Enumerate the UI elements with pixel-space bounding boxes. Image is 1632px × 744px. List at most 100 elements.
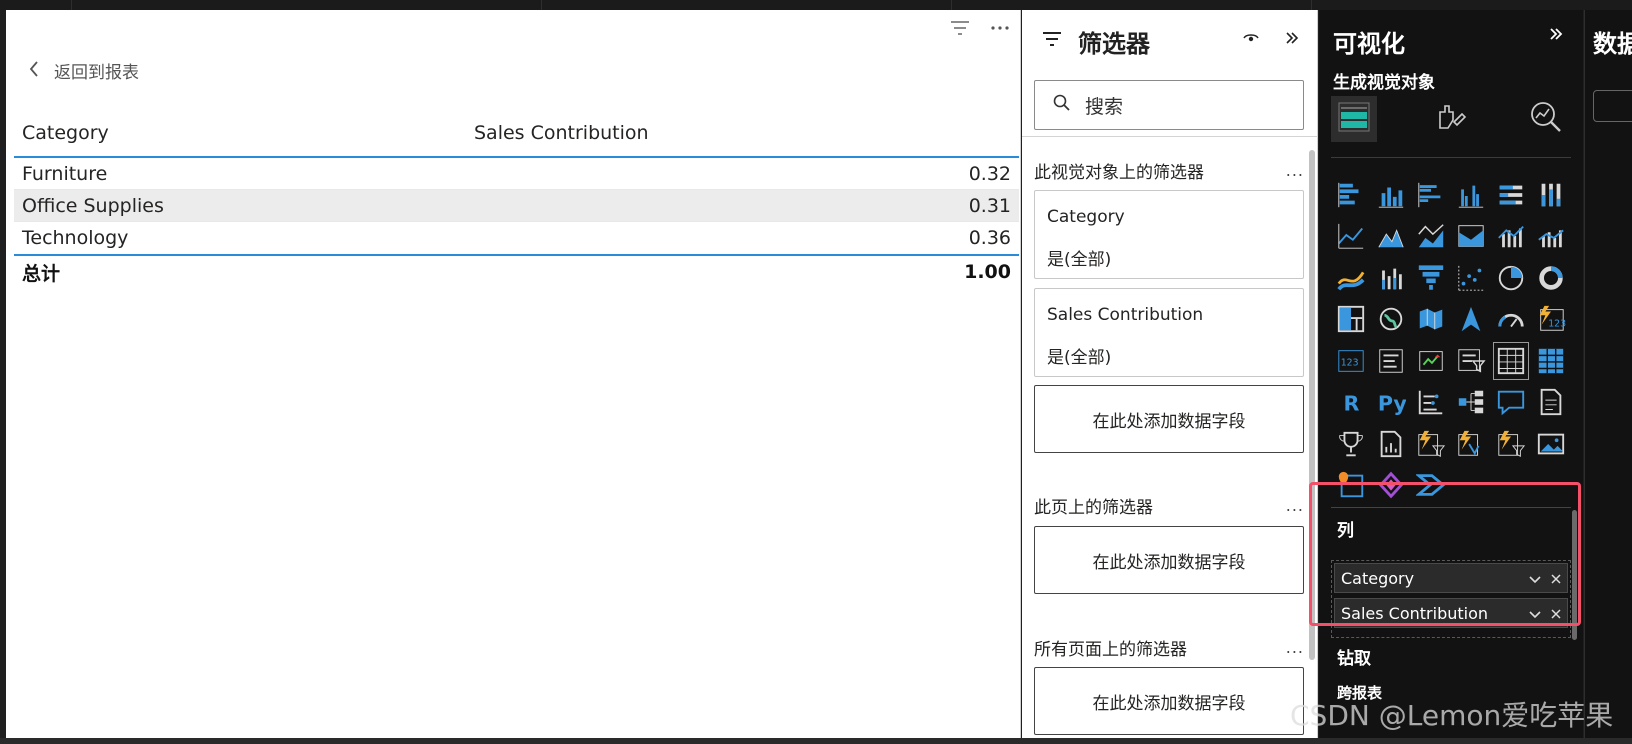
- more-options-icon[interactable]: ...: [1286, 638, 1304, 657]
- filter-icon[interactable]: [948, 16, 972, 40]
- pie-chart-icon[interactable]: [1491, 257, 1531, 299]
- scatter-chart-icon[interactable]: [1451, 257, 1491, 299]
- python-visual-icon[interactable]: Py: [1371, 382, 1411, 424]
- add-field-dropzone-page[interactable]: 在此处添加数据字段: [1034, 526, 1304, 594]
- column-header-sales-contribution[interactable]: Sales Contribution: [474, 122, 1019, 144]
- cell-category: Technology: [22, 227, 129, 249]
- more-options-icon[interactable]: ...: [1286, 496, 1304, 515]
- filter-field-name: Category: [1047, 207, 1125, 227]
- table-row[interactable]: Technology 0.36: [14, 222, 1019, 254]
- decomposition-tree-icon[interactable]: [1451, 382, 1491, 424]
- section-title: 此页上的筛选器: [1034, 498, 1153, 518]
- data-search-input[interactable]: [1593, 90, 1632, 122]
- kpi-icon[interactable]: [1411, 340, 1451, 382]
- section-title: 所有页面上的筛选器: [1034, 640, 1187, 660]
- back-to-report-button[interactable]: 返回到报表: [28, 58, 139, 83]
- power-automate-icon[interactable]: [1451, 423, 1491, 465]
- area-chart-icon[interactable]: [1371, 216, 1411, 258]
- matrix-icon[interactable]: [1531, 340, 1571, 382]
- collapse-pane-icon[interactable]: [1549, 26, 1563, 45]
- 100-stacked-column-icon[interactable]: [1531, 174, 1571, 216]
- 100-stacked-bar-icon[interactable]: [1491, 174, 1531, 216]
- data-pane-title: 数据: [1593, 30, 1632, 58]
- power-automate-flow-icon[interactable]: [1491, 423, 1531, 465]
- filter-card-sales-contribution[interactable]: Sales Contribution 是(全部): [1034, 288, 1304, 377]
- smart-narrative-icon[interactable]: [1531, 382, 1571, 424]
- paginated-report-icon[interactable]: [1371, 423, 1411, 465]
- map-icon[interactable]: [1371, 299, 1411, 341]
- power-apps-icon[interactable]: [1411, 423, 1451, 465]
- svg-text:123: 123: [1548, 319, 1566, 330]
- filter-field-value: 是(全部): [1047, 348, 1112, 368]
- treemap-icon[interactable]: [1331, 299, 1371, 341]
- report-canvas: 返回到报表 Category Sales Contribution Furnit…: [6, 10, 1021, 738]
- image-icon[interactable]: [1531, 423, 1571, 465]
- multi-row-card-icon[interactable]: 123: [1331, 340, 1371, 382]
- page-filters-section: 此页上的筛选器 ...: [1034, 493, 1304, 518]
- analytics-tab[interactable]: [1523, 96, 1569, 142]
- funnel-icon[interactable]: [1411, 257, 1451, 299]
- filter-field-value: 是(全部): [1047, 250, 1112, 270]
- stacked-column-icon[interactable]: [1371, 174, 1411, 216]
- svg-text:R: R: [1344, 392, 1360, 416]
- visualizations-pane: 可视化 生成视觉对象 123 123 R Py ··· 列 Category S…: [1319, 10, 1583, 738]
- key-influencers-icon[interactable]: [1411, 382, 1451, 424]
- format-visual-tab[interactable]: [1428, 96, 1474, 142]
- cell-value: 0.32: [968, 162, 1011, 185]
- total-label: 总计: [22, 262, 61, 285]
- paintbrush-icon: [1434, 100, 1468, 138]
- table-row[interactable]: Office Supplies 0.31: [14, 190, 1019, 222]
- chevron-left-icon: [28, 60, 40, 82]
- goals-icon[interactable]: [1331, 423, 1371, 465]
- kpi-list-icon[interactable]: [1371, 340, 1411, 382]
- search-placeholder: 搜索: [1085, 95, 1124, 118]
- ribbon-chart-icon[interactable]: [1451, 216, 1491, 258]
- expand-pane-icon[interactable]: [1285, 30, 1299, 49]
- highlight-annotation: [1309, 482, 1581, 626]
- visual-header-icons: [948, 16, 1012, 40]
- card-icon[interactable]: 123: [1531, 299, 1571, 341]
- filled-map-icon[interactable]: [1411, 299, 1451, 341]
- more-options-icon[interactable]: [988, 16, 1012, 40]
- stacked-bar-icon[interactable]: [1331, 174, 1371, 216]
- column-header-category[interactable]: Category: [14, 122, 474, 144]
- qa-icon[interactable]: [1491, 382, 1531, 424]
- filters-title: 筛选器: [1078, 29, 1150, 58]
- table-icon[interactable]: [1491, 340, 1531, 382]
- more-options-icon[interactable]: ...: [1286, 161, 1304, 180]
- line-stacked-column-icon[interactable]: [1531, 216, 1571, 258]
- data-table: Category Sales Contribution Furniture 0.…: [14, 110, 1019, 288]
- line-clustered-column-icon[interactable]: [1491, 216, 1531, 258]
- filter-card-category[interactable]: Category 是(全部): [1034, 190, 1304, 279]
- total-value: 1.00: [964, 261, 1011, 283]
- gauge-icon[interactable]: [1491, 299, 1531, 341]
- stacked-area-icon[interactable]: [1411, 216, 1451, 258]
- visualizations-title: 可视化: [1333, 30, 1405, 58]
- filters-header: 筛选器: [1022, 10, 1317, 72]
- analytics-magnifier-icon: [1528, 99, 1564, 139]
- eye-icon[interactable]: [1243, 30, 1259, 49]
- viz-tabs: [1331, 96, 1571, 158]
- donut-chart-icon[interactable]: [1531, 257, 1571, 299]
- azure-map-icon[interactable]: [1451, 299, 1491, 341]
- r-visual-icon[interactable]: R: [1331, 382, 1371, 424]
- add-field-dropzone-all-pages[interactable]: 在此处添加数据字段: [1034, 667, 1304, 735]
- funnel-columns-icon[interactable]: [1371, 257, 1411, 299]
- clustered-bar-icon[interactable]: [1411, 174, 1451, 216]
- back-to-report-label: 返回到报表: [54, 63, 139, 83]
- waterfall-chart-icon[interactable]: [1331, 257, 1371, 299]
- svg-text:123: 123: [1341, 357, 1359, 368]
- clustered-column-icon[interactable]: [1451, 174, 1491, 216]
- add-field-dropzone-visual[interactable]: 在此处添加数据字段: [1034, 385, 1304, 453]
- watermark: CSDN @Lemon爱吃苹果: [1290, 699, 1614, 732]
- table-build-icon: [1336, 99, 1372, 139]
- line-chart-icon[interactable]: [1331, 216, 1371, 258]
- table-row[interactable]: Furniture 0.32: [14, 158, 1019, 190]
- filter-field-name: Sales Contribution: [1047, 305, 1204, 325]
- build-visual-tab[interactable]: [1331, 96, 1377, 142]
- filters-search-input[interactable]: 搜索: [1034, 80, 1304, 130]
- table-total-row: 总计 1.00: [14, 254, 1019, 288]
- slicer-icon[interactable]: [1451, 340, 1491, 382]
- section-title: 此视觉对象上的筛选器: [1034, 163, 1204, 183]
- bottom-bar: [0, 738, 1632, 744]
